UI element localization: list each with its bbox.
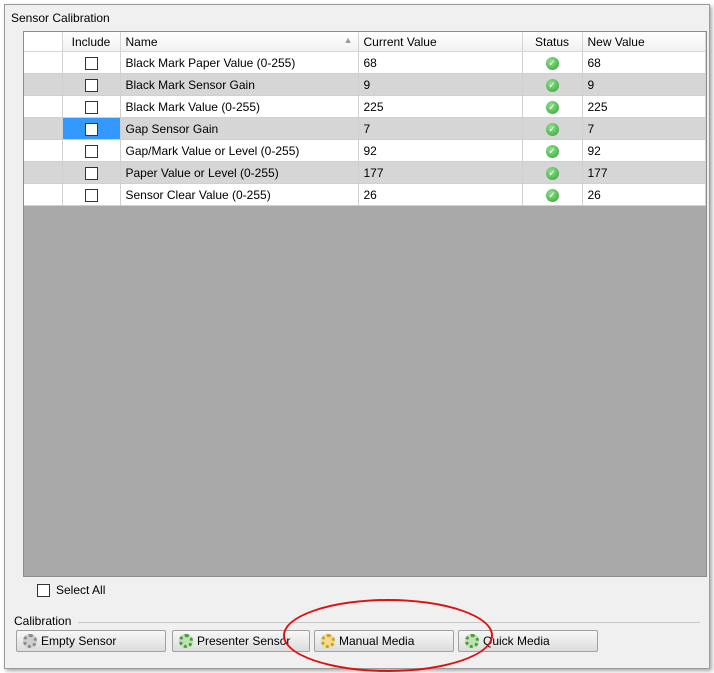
- include-checkbox[interactable]: [84, 144, 98, 158]
- include-cell[interactable]: [62, 95, 121, 118]
- table-row[interactable]: Gap/Mark Value or Level (0-255) 92 ✓ 92: [24, 139, 706, 162]
- include-checkbox[interactable]: [84, 100, 98, 114]
- new-value-cell[interactable]: 177: [582, 161, 706, 184]
- manual-media-button-label: Manual Media: [339, 634, 415, 648]
- row-header-corner: [24, 32, 63, 52]
- calibration-group-label: Calibration: [14, 614, 72, 628]
- column-header-include[interactable]: Include: [62, 32, 121, 52]
- column-header-status[interactable]: Status: [522, 32, 583, 52]
- new-value-cell[interactable]: 9: [582, 73, 706, 96]
- column-header-current-value[interactable]: Current Value: [358, 32, 523, 52]
- sensor-calibration-panel: Sensor Calibration Include Name ▲ Curren…: [4, 4, 710, 669]
- status-ok-icon: ✓: [545, 78, 559, 92]
- include-cell[interactable]: [62, 73, 121, 96]
- table-row[interactable]: Black Mark Sensor Gain 9 ✓ 9: [24, 73, 706, 96]
- status-cell: ✓: [522, 51, 583, 74]
- empty-sensor-button[interactable]: Empty Sensor: [16, 630, 166, 652]
- quick-media-button[interactable]: Quick Media: [458, 630, 598, 652]
- include-checkbox[interactable]: [84, 166, 98, 180]
- name-cell[interactable]: Paper Value or Level (0-255): [120, 161, 359, 184]
- name-cell[interactable]: Sensor Clear Value (0-255): [120, 183, 359, 206]
- gear-icon: [23, 634, 37, 648]
- row-header[interactable]: [24, 161, 63, 184]
- current-value-cell[interactable]: 225: [358, 95, 523, 118]
- status-ok-icon: ✓: [545, 100, 559, 114]
- status-ok-icon: ✓: [545, 122, 559, 136]
- section-title: Sensor Calibration: [11, 11, 110, 25]
- current-value-cell[interactable]: 9: [358, 73, 523, 96]
- include-cell[interactable]: [62, 161, 121, 184]
- gear-yellow-icon: [321, 634, 335, 648]
- status-cell: ✓: [522, 139, 583, 162]
- include-cell[interactable]: [62, 51, 121, 74]
- status-ok-icon: ✓: [545, 56, 559, 70]
- include-cell[interactable]: [62, 139, 121, 162]
- gear-green-icon: [179, 634, 193, 648]
- new-value-cell[interactable]: 26: [582, 183, 706, 206]
- name-cell[interactable]: Black Mark Sensor Gain: [120, 73, 359, 96]
- table-header-row: Include Name ▲ Current Value Status New …: [24, 32, 706, 52]
- calibration-grid: Include Name ▲ Current Value Status New …: [23, 31, 707, 577]
- include-checkbox[interactable]: [84, 78, 98, 92]
- select-all-control[interactable]: Select All: [37, 583, 105, 597]
- sort-ascending-icon: ▲: [343, 34, 353, 45]
- row-header[interactable]: [24, 183, 63, 206]
- status-cell: ✓: [522, 73, 583, 96]
- table-row[interactable]: Sensor Clear Value (0-255) 26 ✓ 26: [24, 183, 706, 206]
- row-header[interactable]: [24, 73, 63, 96]
- name-cell[interactable]: Black Mark Paper Value (0-255): [120, 51, 359, 74]
- row-header[interactable]: [24, 139, 63, 162]
- column-header-new-value[interactable]: New Value: [582, 32, 706, 52]
- select-all-checkbox[interactable]: [37, 583, 50, 597]
- table-row[interactable]: Gap Sensor Gain 7 ✓ 7: [24, 117, 706, 140]
- current-value-cell[interactable]: 68: [358, 51, 523, 74]
- name-cell[interactable]: Gap Sensor Gain: [120, 117, 359, 140]
- current-value-cell[interactable]: 7: [358, 117, 523, 140]
- column-header-name-label: Name: [125, 34, 158, 49]
- table-row[interactable]: Black Mark Value (0-255) 225 ✓ 225: [24, 95, 706, 118]
- select-all-label: Select All: [56, 583, 106, 597]
- table-row[interactable]: Paper Value or Level (0-255) 177 ✓ 177: [24, 161, 706, 184]
- include-checkbox[interactable]: [84, 56, 98, 70]
- include-cell[interactable]: [62, 117, 121, 140]
- new-value-cell[interactable]: 68: [582, 51, 706, 74]
- gear-green-icon: [465, 634, 479, 648]
- include-checkbox[interactable]: [84, 122, 98, 136]
- quick-media-button-label: Quick Media: [483, 634, 550, 648]
- calibration-group: Calibration Empty Sensor Presenter Senso…: [14, 614, 704, 654]
- name-cell[interactable]: Gap/Mark Value or Level (0-255): [120, 139, 359, 162]
- status-cell: ✓: [522, 95, 583, 118]
- column-header-name[interactable]: Name ▲: [120, 32, 359, 52]
- presenter-sensor-button-label: Presenter Sensor: [197, 634, 291, 648]
- row-header[interactable]: [24, 51, 63, 74]
- status-cell: ✓: [522, 183, 583, 206]
- row-header[interactable]: [24, 117, 63, 140]
- empty-sensor-button-label: Empty Sensor: [41, 634, 117, 648]
- current-value-cell[interactable]: 92: [358, 139, 523, 162]
- new-value-cell[interactable]: 7: [582, 117, 706, 140]
- manual-media-button[interactable]: Manual Media: [314, 630, 454, 652]
- new-value-cell[interactable]: 225: [582, 95, 706, 118]
- table-row[interactable]: Black Mark Paper Value (0-255) 68 ✓ 68: [24, 51, 706, 74]
- row-header[interactable]: [24, 95, 63, 118]
- current-value-cell[interactable]: 177: [358, 161, 523, 184]
- new-value-cell[interactable]: 92: [582, 139, 706, 162]
- status-ok-icon: ✓: [545, 188, 559, 202]
- status-ok-icon: ✓: [545, 144, 559, 158]
- calibration-table: Include Name ▲ Current Value Status New …: [24, 32, 706, 206]
- status-ok-icon: ✓: [545, 166, 559, 180]
- calibration-group-divider: [78, 622, 700, 623]
- include-cell[interactable]: [62, 183, 121, 206]
- status-cell: ✓: [522, 161, 583, 184]
- include-checkbox[interactable]: [84, 188, 98, 202]
- name-cell[interactable]: Black Mark Value (0-255): [120, 95, 359, 118]
- current-value-cell[interactable]: 26: [358, 183, 523, 206]
- presenter-sensor-button[interactable]: Presenter Sensor: [172, 630, 310, 652]
- status-cell: ✓: [522, 117, 583, 140]
